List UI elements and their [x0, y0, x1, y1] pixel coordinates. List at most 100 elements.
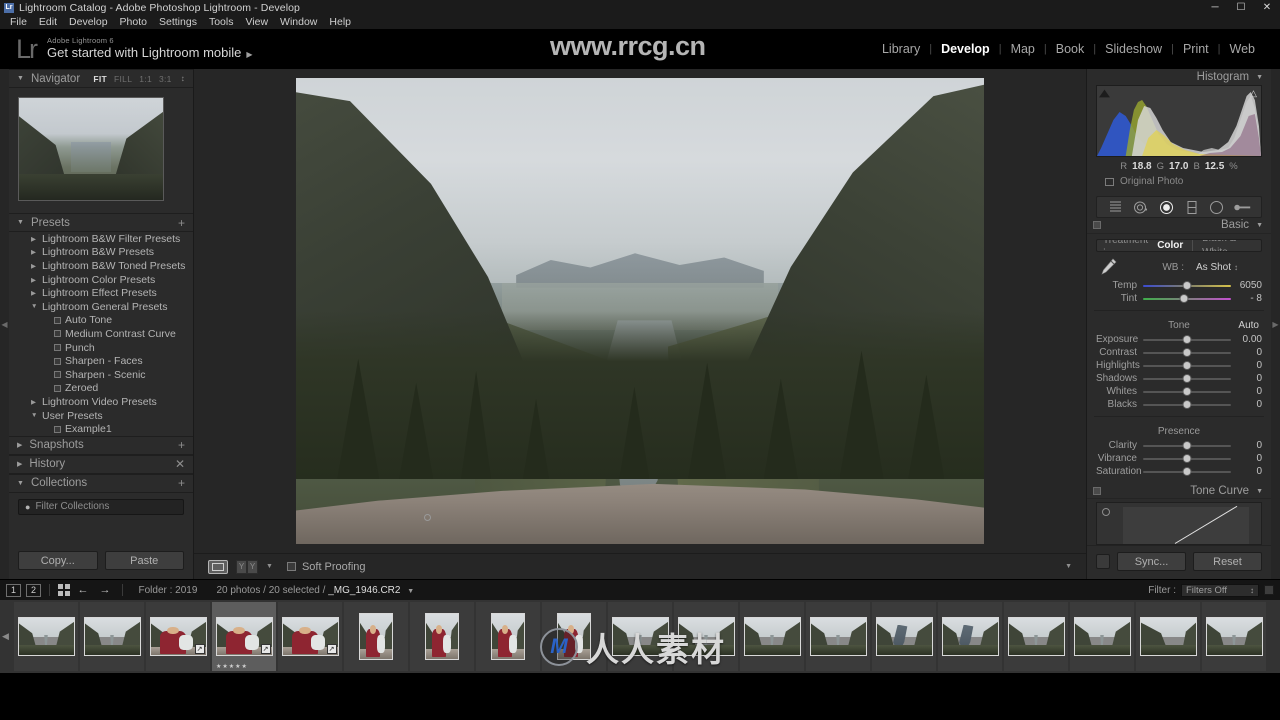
filmstrip[interactable]: ◀ ↗ ↗ ★★★★★ ↗ M 人人素材 — [0, 600, 1280, 673]
thumbnail-image[interactable]: ↗ — [149, 617, 207, 656]
filmstrip-thumbnail[interactable] — [1004, 602, 1068, 671]
filmstrip-thumbnail[interactable] — [740, 602, 804, 671]
loupe-view-icon[interactable] — [208, 559, 228, 574]
chevron-right-icon[interactable]: ▶ — [31, 398, 36, 406]
copy-button[interactable]: Copy... — [18, 551, 98, 570]
chevron-down-icon[interactable]: ▼ — [1256, 488, 1263, 495]
main-photo[interactable] — [296, 78, 984, 544]
preset-item[interactable]: Zeroed — [9, 382, 193, 396]
module-develop[interactable]: Develop — [932, 42, 999, 56]
module-web[interactable]: Web — [1221, 42, 1264, 56]
chevron-down-icon[interactable]: ▼ — [17, 480, 24, 487]
red-eye-icon[interactable] — [1158, 199, 1175, 216]
slider-value[interactable]: 0 — [1231, 440, 1262, 451]
slider-value[interactable]: 0 — [1231, 386, 1262, 397]
thumbnail-image[interactable] — [809, 617, 867, 656]
filmstrip-thumbnail[interactable] — [938, 602, 1002, 671]
menu-item-file[interactable]: File — [4, 15, 33, 29]
maximize-button[interactable]: ☐ — [1228, 0, 1254, 15]
slider-tint-track[interactable] — [1143, 293, 1231, 304]
slider-value[interactable]: 0 — [1231, 360, 1262, 371]
collections-header[interactable]: ▼ Collections + — [9, 473, 193, 493]
slider-value[interactable]: 6050 — [1231, 280, 1262, 291]
thumbnail-image[interactable] — [743, 617, 801, 656]
paste-button[interactable]: Paste — [104, 551, 184, 570]
filmstrip-thumbnail[interactable]: ↗ — [146, 602, 210, 671]
preset-group[interactable]: ▶ Lightroom Effect Presets — [9, 286, 193, 300]
thumbnail-image[interactable] — [1073, 617, 1131, 656]
thumbnail-image[interactable] — [17, 617, 75, 656]
chevron-right-icon[interactable]: ▶ — [31, 276, 36, 284]
white-balance-selector-icon[interactable] — [1096, 257, 1118, 277]
menu-item-tools[interactable]: Tools — [203, 15, 240, 29]
module-book[interactable]: Book — [1047, 42, 1094, 56]
auto-tone-button[interactable]: Auto — [1238, 320, 1259, 331]
identity-plate[interactable]: Adobe Lightroom 6 Get started with Light… — [47, 37, 253, 61]
chevron-down-icon[interactable]: ▼ — [17, 219, 24, 226]
filmstrip-thumbnail[interactable] — [80, 602, 144, 671]
slider-knob[interactable] — [1182, 335, 1192, 345]
menu-item-settings[interactable]: Settings — [153, 15, 203, 29]
navigator-mode-fill[interactable]: FILL — [114, 74, 132, 84]
graduated-filter-icon[interactable] — [1183, 199, 1200, 216]
thumbnail-image[interactable] — [1007, 617, 1065, 656]
preset-item[interactable]: Medium Contrast Curve — [9, 327, 193, 341]
filmstrip-thumbnail[interactable] — [872, 602, 936, 671]
rating-stars[interactable]: ★★★★★ — [216, 663, 248, 670]
thumbnail-image[interactable] — [1139, 617, 1197, 656]
slider-value[interactable]: 0 — [1231, 373, 1262, 384]
secondary-window-button[interactable]: 2 — [26, 583, 41, 597]
presets-header[interactable]: ▼ Presets + — [9, 213, 193, 232]
develop-badge-icon[interactable]: ↗ — [260, 644, 271, 654]
slider-knob[interactable] — [1182, 467, 1192, 477]
main-window-button[interactable]: 1 — [6, 583, 21, 597]
snapshots-header[interactable]: ▶ Snapshots + — [9, 435, 193, 455]
slider-value[interactable]: 0 — [1231, 399, 1262, 410]
filmstrip-thumbnail[interactable] — [1136, 602, 1200, 671]
filter-stepper-icon[interactable]: ↕ — [1250, 586, 1254, 595]
sync-button[interactable]: Sync... — [1117, 552, 1186, 571]
left-panel-collapse-icon[interactable]: ◀ — [0, 69, 9, 579]
preset-item[interactable]: Punch — [9, 341, 193, 355]
radial-filter-icon[interactable] — [1208, 199, 1225, 216]
tone-curve-switch[interactable] — [1093, 487, 1101, 496]
preset-group[interactable]: ▶ Lightroom Color Presets — [9, 273, 193, 287]
wb-value[interactable]: As Shot ↕ — [1196, 262, 1262, 273]
navigator-mode-1-1[interactable]: 1:1 — [139, 74, 152, 84]
chevron-right-icon[interactable]: ▶ — [31, 235, 36, 243]
slider-shadows-track[interactable] — [1143, 373, 1231, 384]
slider-temp-track[interactable] — [1143, 280, 1231, 291]
slider-whites-track[interactable] — [1143, 386, 1231, 397]
filmstrip-thumbnail[interactable] — [1202, 602, 1266, 671]
slider-knob[interactable] — [1182, 348, 1192, 358]
preset-item[interactable]: Example1 — [9, 422, 193, 436]
chevron-down-icon[interactable]: ▼ — [1256, 74, 1263, 81]
thumbnail-image[interactable] — [491, 613, 525, 660]
before-after-icon[interactable]: YY — [236, 559, 258, 574]
auto-sync-switch[interactable] — [1096, 554, 1110, 569]
slider-saturation-track[interactable] — [1143, 466, 1231, 477]
filter-select[interactable]: Filters Off ↕ — [1181, 583, 1259, 597]
histogram-graph[interactable]: △ — [1096, 85, 1262, 158]
preset-group[interactable]: ▼ Lightroom General Presets — [9, 300, 193, 314]
original-photo-row[interactable]: Original Photo — [1096, 175, 1262, 192]
soft-proofing-toggle[interactable]: Soft Proofing — [286, 561, 366, 573]
chevron-right-icon[interactable]: ▶ — [31, 289, 36, 297]
slider-knob[interactable] — [1182, 454, 1192, 464]
slider-knob[interactable] — [1182, 374, 1192, 384]
back-arrow-icon[interactable]: ← — [75, 584, 92, 596]
develop-badge-icon[interactable]: ↗ — [194, 644, 205, 654]
module-slideshow[interactable]: Slideshow — [1096, 42, 1171, 56]
reset-button[interactable]: Reset — [1193, 552, 1262, 571]
history-header[interactable]: ▶ History ✕ — [9, 454, 193, 474]
folder-label[interactable]: Folder : 2019 — [139, 585, 198, 596]
add-preset-icon[interactable]: + — [178, 216, 185, 230]
tone-curve-header[interactable]: Tone Curve ▼ — [1087, 484, 1271, 500]
identity-arrow-icon[interactable]: ▶ — [246, 50, 252, 59]
chevron-down-icon[interactable]: ▼ — [407, 588, 414, 595]
chevron-down-icon[interactable]: ▼ — [31, 412, 37, 419]
slider-exposure-track[interactable] — [1143, 334, 1231, 345]
chevron-right-icon[interactable]: ▶ — [17, 460, 22, 468]
thumbnail-image[interactable] — [359, 613, 393, 660]
navigator-mode-3-1[interactable]: 3:1 — [159, 74, 172, 84]
